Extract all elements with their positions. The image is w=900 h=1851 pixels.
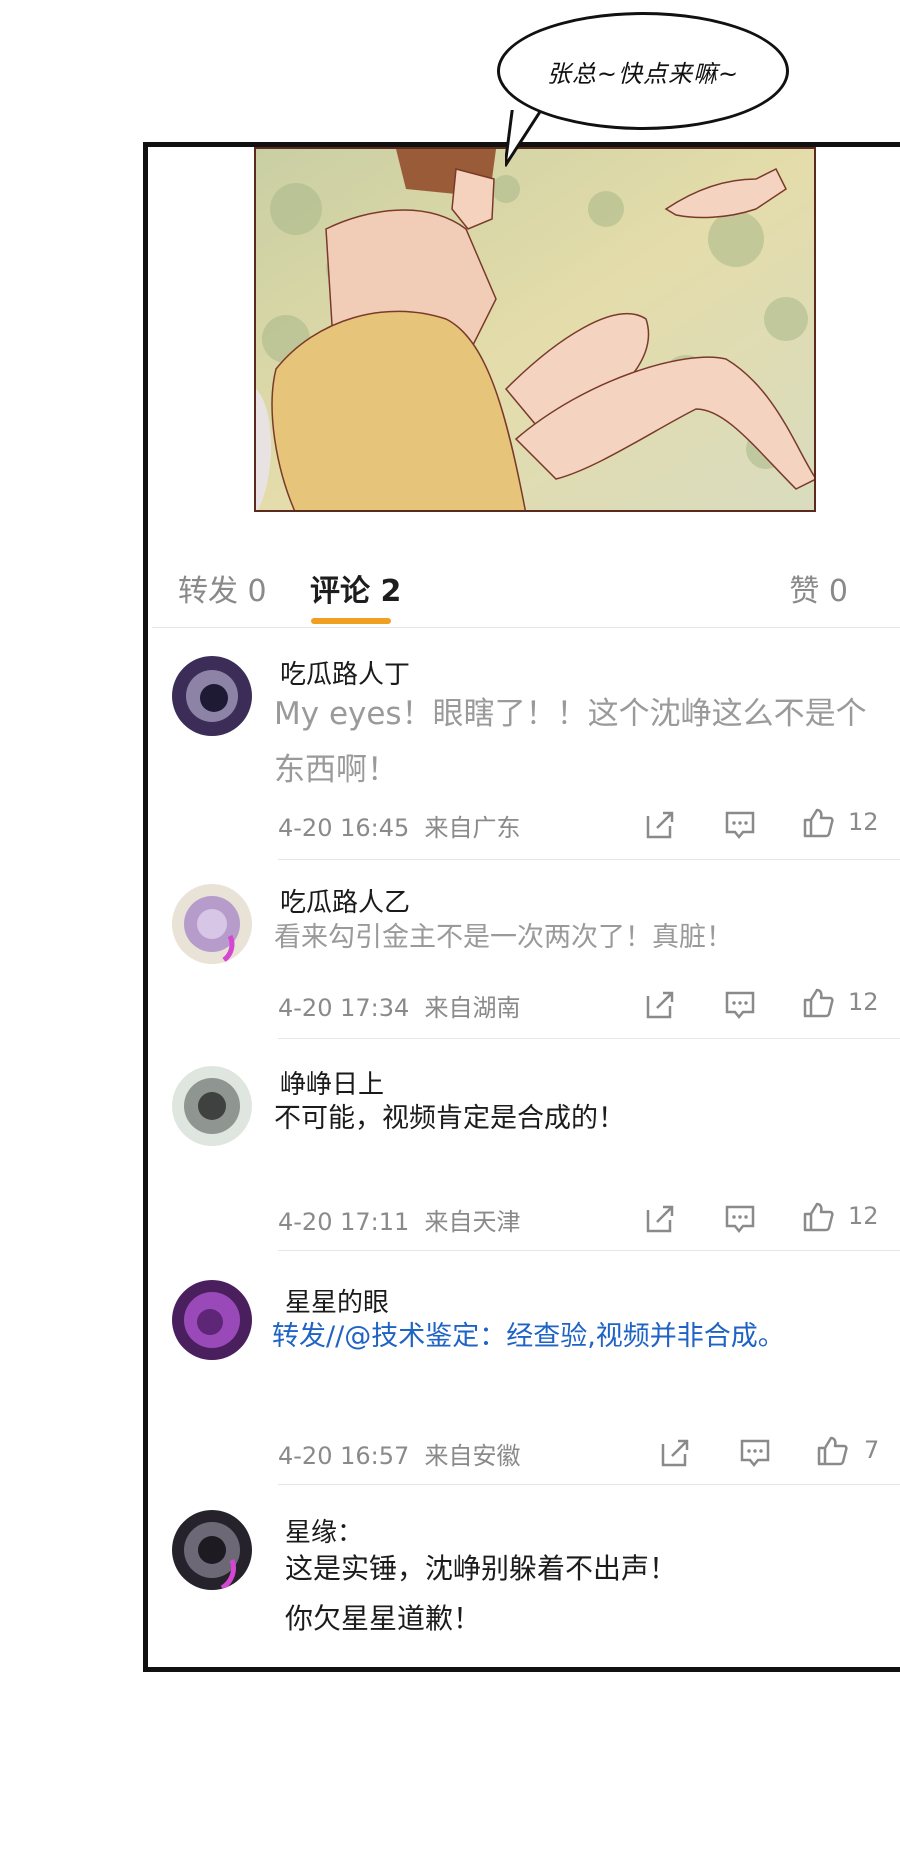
comic-illustration [254, 147, 816, 512]
thumbs-up-icon[interactable] [801, 986, 835, 1020]
comment-meta: 4-20 16:45 来自广东 [278, 808, 521, 843]
comment-item: 星星的眼 转发//@技术鉴定：经查验,视频并非合成。 4-20 16:57 来自… [148, 1278, 900, 1486]
thumbs-up-icon[interactable] [815, 1434, 849, 1468]
avatar[interactable] [172, 1066, 252, 1146]
speech-bubble: 张总~快点来嘛~ [497, 12, 789, 130]
like-count: 12 [848, 808, 879, 836]
comment-location: 来自湖南 [424, 994, 521, 1022]
comment-divider [278, 1484, 900, 1485]
share-icon[interactable] [643, 988, 677, 1022]
tab-bar: 转发 0 评论 2 赞 0 [148, 556, 900, 628]
comment-location: 来自广东 [424, 814, 521, 842]
share-icon[interactable] [643, 808, 677, 842]
comment-text: 看来勾引金主不是一次两次了！真脏！ [274, 922, 733, 953]
comment-meta: 4-20 17:34 来自湖南 [278, 988, 521, 1023]
comment-item: 星缘： 这是实锤，沈峥别躲着不出声！ 你欠星星道歉！ [148, 1508, 900, 1658]
comment-item: 吃瓜路人丁 My eyes！眼瞎了！！这个沈峥这么不是个东西啊！ 4-20 16… [148, 650, 900, 860]
comment-divider [278, 1250, 900, 1251]
comment-text-line: 这是实锤，沈峥别躲着不出声！ [285, 1552, 678, 1585]
comment-divider [278, 859, 900, 860]
tab-likes[interactable]: 赞 0 [789, 566, 848, 610]
thumbs-up-icon[interactable] [801, 806, 835, 840]
like-count: 7 [864, 1436, 880, 1464]
avatar[interactable] [172, 1280, 252, 1360]
comment-item: 峥峥日上 不可能，视频肯定是合成的！ 4-20 17:11 来自天津 12 [148, 1060, 900, 1252]
thumbs-up-icon[interactable] [801, 1200, 835, 1234]
comment-meta: 4-20 17:11 来自天津 [278, 1202, 521, 1237]
comment-icon[interactable] [723, 808, 757, 842]
comment-text: 这是实锤，沈峥别躲着不出声！ 你欠星星道歉！ [285, 1544, 870, 1644]
comment-divider [278, 1038, 900, 1039]
tab-forward[interactable]: 转发 0 [178, 566, 267, 610]
share-icon[interactable] [658, 1436, 692, 1470]
avatar[interactable] [172, 656, 252, 736]
speech-bubble-text: 张总~快点来嘛~ [546, 59, 740, 88]
comment-item: 吃瓜路人乙 看来勾引金主不是一次两次了！真脏！ 4-20 17:34 来自湖南 … [148, 878, 900, 1040]
comment-time: 4-20 17:11 [278, 1208, 410, 1236]
avatar[interactable] [172, 1510, 252, 1590]
tabs-divider [152, 627, 900, 628]
comment-time: 4-20 17:34 [278, 994, 410, 1022]
comment-icon[interactable] [723, 1202, 757, 1236]
comment-text[interactable]: 转发//@技术鉴定：经查验,视频并非合成。 [272, 1312, 870, 1362]
comment-text: My eyes！眼瞎了！！这个沈峥这么不是个东西啊！ [274, 696, 867, 788]
like-count: 12 [848, 988, 879, 1016]
comment-username[interactable]: 吃瓜路人乙 [280, 882, 410, 919]
comment-meta: 4-20 16:57 来自安徽 [278, 1436, 521, 1471]
share-icon[interactable] [643, 1202, 677, 1236]
avatar[interactable] [172, 884, 252, 964]
like-count: 12 [848, 1202, 879, 1230]
comment-location: 来自天津 [424, 1208, 521, 1236]
tab-comments[interactable]: 评论 2 [310, 566, 401, 610]
comment-time: 4-20 16:45 [278, 814, 410, 842]
comment-icon[interactable] [723, 988, 757, 1022]
comment-time: 4-20 16:57 [278, 1442, 410, 1470]
comment-icon[interactable] [738, 1436, 772, 1470]
comment-text-line: 你欠星星道歉！ [285, 1602, 482, 1635]
comment-text: 不可能，视频肯定是合成的！ [274, 1103, 625, 1134]
comment-location: 来自安徽 [424, 1442, 521, 1470]
active-tab-indicator [311, 618, 391, 624]
